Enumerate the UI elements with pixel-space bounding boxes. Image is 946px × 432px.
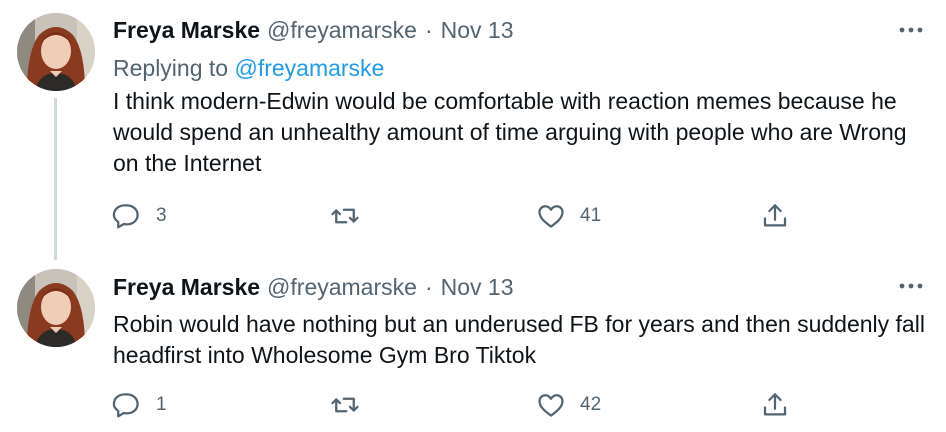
like-button[interactable]: 42 (536, 390, 601, 420)
like-icon (538, 394, 564, 417)
reply-button[interactable]: 3 (112, 201, 167, 231)
share-icon (763, 393, 787, 416)
author-handle[interactable]: @freyamarske (267, 274, 417, 301)
avatar-image (17, 269, 95, 347)
reply-count: 1 (156, 394, 167, 415)
avatar[interactable] (17, 13, 95, 91)
share-icon (763, 204, 787, 227)
reply-icon (112, 204, 139, 229)
share-button[interactable] (760, 201, 790, 231)
share-button[interactable] (760, 390, 790, 420)
avatar-image (17, 13, 95, 91)
like-count: 42 (580, 394, 602, 415)
more-icon[interactable] (897, 272, 925, 300)
tweet[interactable]: Freya Marske @freyamarske · Nov 13 Robin… (0, 258, 946, 432)
tweet-header: Freya Marske @freyamarske · Nov 13 (113, 272, 513, 302)
tweet-date[interactable]: Nov 13 (441, 17, 514, 44)
tweet-actions: 3 41 (112, 201, 812, 231)
retweet-icon (331, 397, 359, 413)
thread-line (54, 98, 57, 260)
avatar[interactable] (17, 269, 95, 347)
retweet-icon (331, 208, 359, 224)
author-handle[interactable]: @freyamarske (267, 17, 417, 44)
separator-dot: · (424, 273, 433, 300)
like-count: 41 (580, 205, 602, 226)
replying-to: Replying to @freyamarske (113, 55, 384, 82)
replying-to-mention[interactable]: @freyamarske (234, 55, 384, 81)
author-name[interactable]: Freya Marske (113, 17, 260, 44)
more-icon[interactable] (897, 16, 925, 44)
reply-count: 3 (156, 205, 167, 226)
tweet-actions: 1 42 (112, 390, 812, 420)
retweet-button[interactable] (330, 201, 360, 231)
replying-to-label: Replying to (113, 55, 229, 81)
tweet-header: Freya Marske @freyamarske · Nov 13 (113, 15, 513, 45)
author-name[interactable]: Freya Marske (113, 274, 260, 301)
reply-icon (112, 393, 139, 418)
reply-button[interactable]: 1 (112, 390, 167, 420)
tweet-text: Robin would have nothing but an underuse… (113, 311, 925, 368)
like-icon (538, 205, 564, 228)
retweet-button[interactable] (330, 390, 360, 420)
tweet-date[interactable]: Nov 13 (441, 274, 514, 301)
tweet-text: I think modern-Edwin would be comfortabl… (113, 88, 907, 176)
tweet[interactable]: Freya Marske @freyamarske · Nov 13 Reply… (0, 0, 946, 260)
separator-dot: · (424, 16, 433, 43)
like-button[interactable]: 41 (536, 201, 601, 231)
